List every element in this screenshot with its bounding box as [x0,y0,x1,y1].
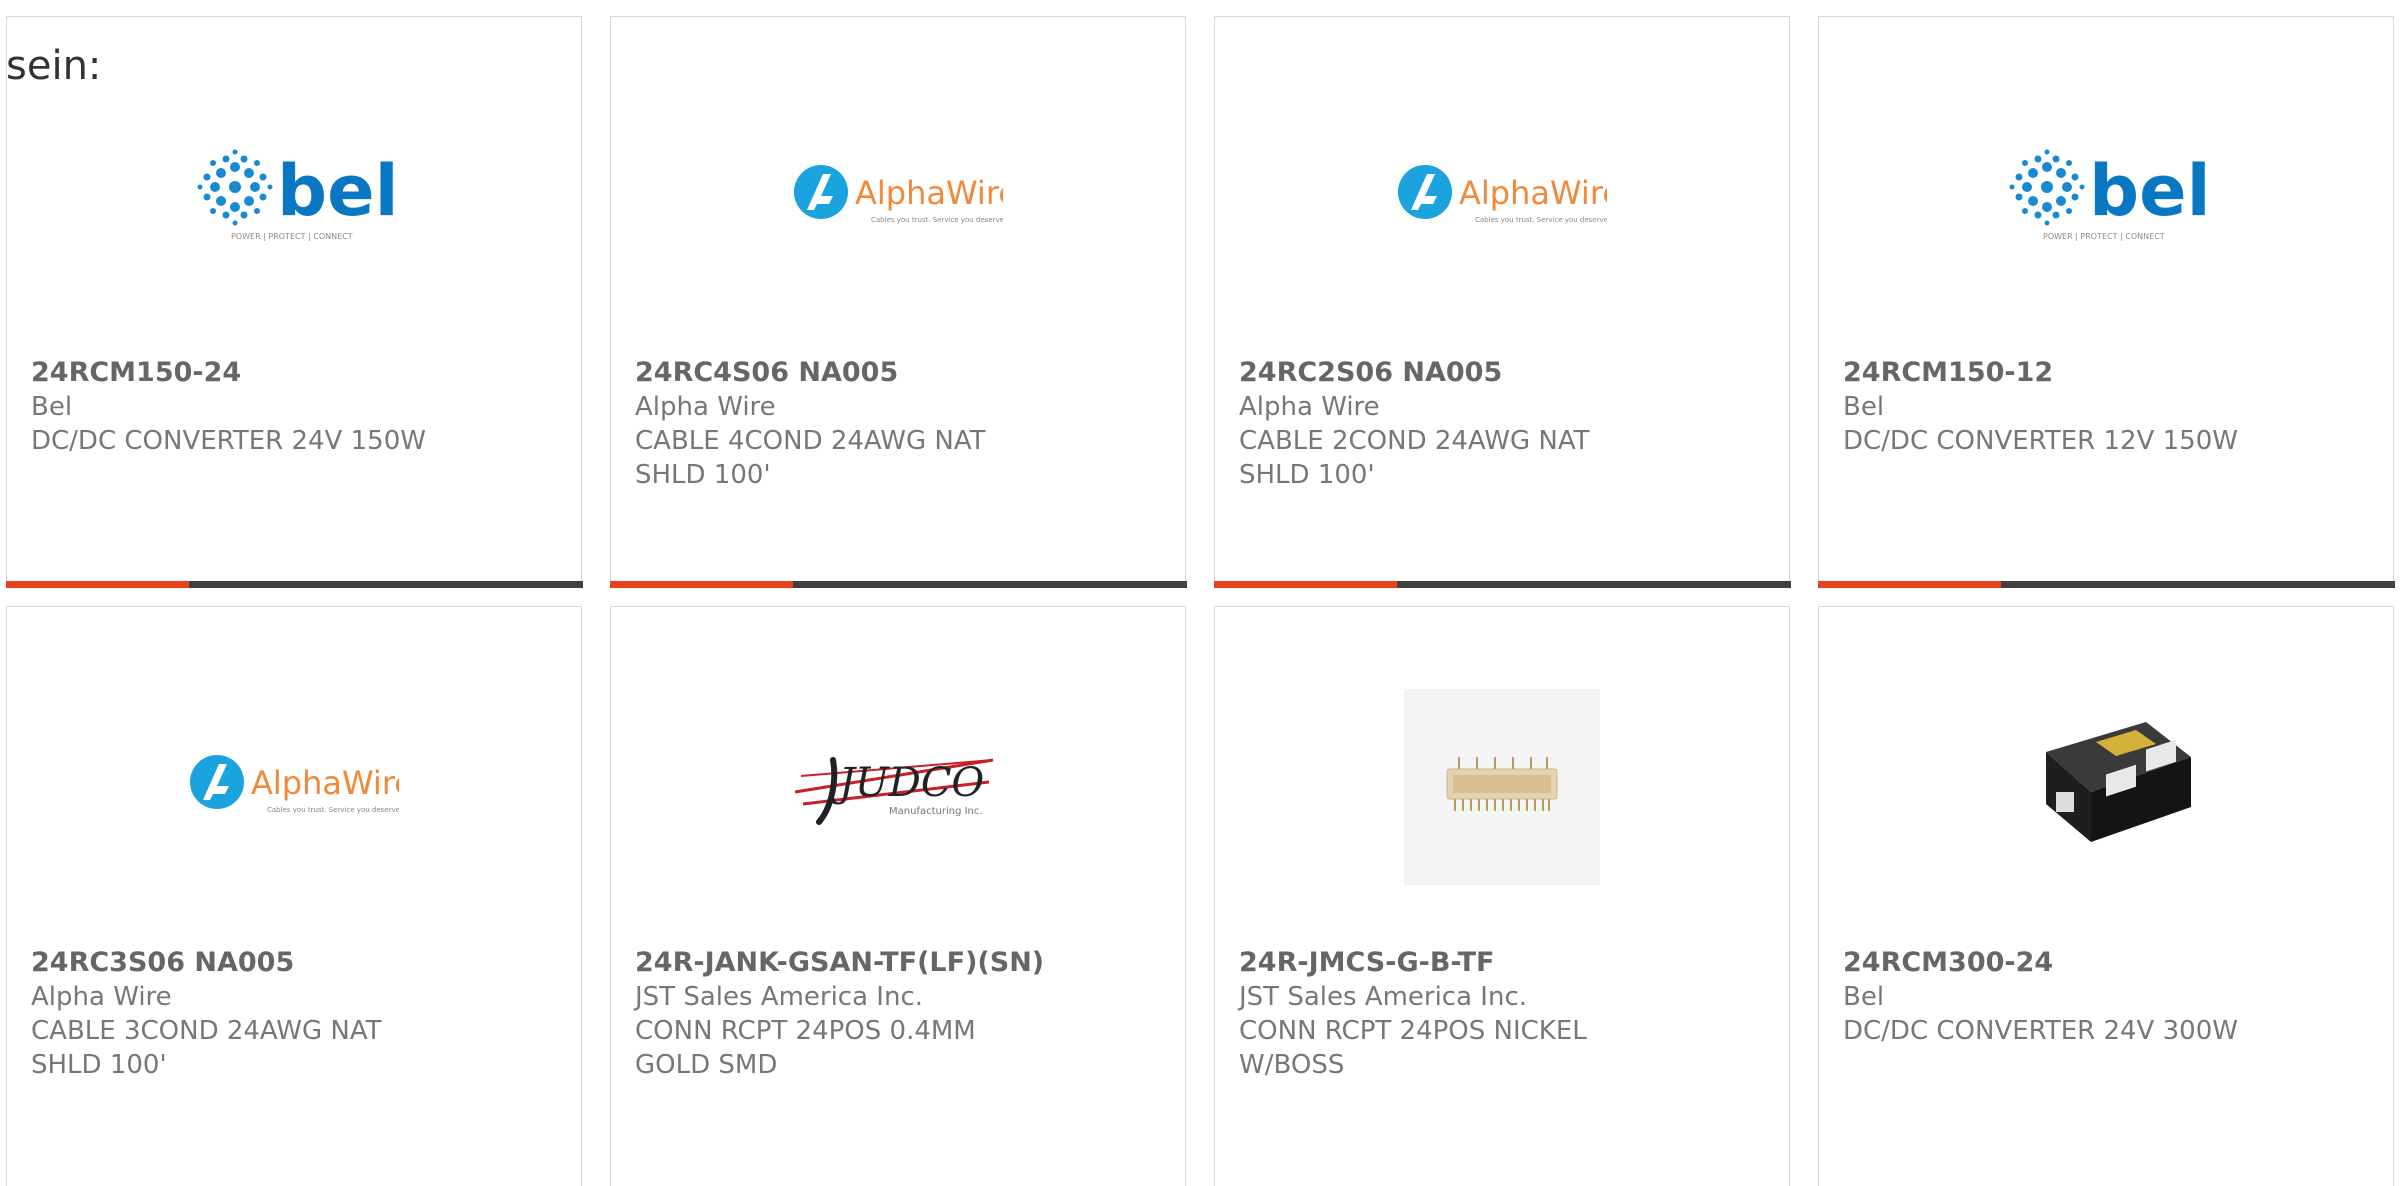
description: DC/DC CONVERTER 24V 150W [31,426,426,456]
svg-text:AlphaWire: AlphaWire [855,174,1003,212]
part-number[interactable]: 24R-JMCS-G-B-TF [1239,946,1729,980]
card-bottom-bar-accent [609,580,793,588]
bel-logo: bel POWER | PROTECT | CONNECT [1819,97,2393,297]
card-bottom-bar [1213,580,1791,588]
product-card[interactable]: AlphaWire Cables you trust. Service you … [609,16,1187,588]
card-bottom-bar [1817,580,2395,588]
description: CONN RCPT 24POS NICKEL W/BOSS [1239,1016,1587,1080]
alphawire-logo: AlphaWire Cables you trust. Service you … [7,687,581,887]
manufacturer: Alpha Wire [31,982,172,1012]
product-card[interactable]: 24RCM300-24 Bel DC/DC CONVERTER 24V 300W [1818,606,2394,1186]
part-number[interactable]: 24RCM300-24 [1843,946,2333,980]
part-number[interactable]: 24RC3S06 NA005 [31,946,521,980]
product-card[interactable]: AlphaWire Cables you trust. Service you … [6,606,582,1186]
svg-text:Manufacturing Inc.: Manufacturing Inc. [889,806,983,817]
product-card[interactable]: bel POWER | PROTECT | CONNECT 24RCM150-2… [5,16,583,588]
connector-photo [1215,687,1789,887]
svg-text:Cables you trust. Service you: Cables you trust. Service you deserve. [871,216,1003,224]
svg-text:AlphaWire: AlphaWire [1459,174,1607,212]
manufacturer: JST Sales America Inc. [1239,982,1528,1012]
card-bottom-bar-accent [5,580,189,588]
manufacturer: Bel [1843,392,1885,422]
judco-logo: JUDCO Manufacturing Inc. [611,687,1185,887]
alphawire-logo: AlphaWire Cables you trust. Service you … [1215,97,1789,297]
svg-text:JUDCO: JUDCO [832,760,984,806]
description: CABLE 3COND 24AWG NAT SHLD 100' [31,1016,382,1080]
product-card[interactable]: JUDCO Manufacturing Inc. 24R-JANK-GSAN-T… [610,606,1186,1186]
description: DC/DC CONVERTER 24V 300W [1843,1016,2238,1046]
product-card[interactable]: 24R-JMCS-G-B-TF JST Sales America Inc. C… [1214,606,1790,1186]
part-number[interactable]: 24R-JANK-GSAN-TF(LF)(SN) [635,946,1125,980]
manufacturer: Alpha Wire [1239,392,1380,422]
manufacturer: Bel [1843,982,1885,1012]
manufacturer: Bel [31,392,73,422]
alphawire-logo: AlphaWire Cables you trust. Service you … [611,97,1185,297]
card-bottom-bar-accent [1213,580,1397,588]
product-card[interactable]: AlphaWire Cables you trust. Service you … [1213,16,1791,588]
manufacturer: JST Sales America Inc. [635,982,924,1012]
svg-text:AlphaWire: AlphaWire [251,764,399,802]
product-card[interactable]: bel POWER | PROTECT | CONNECT 24RCM150-1… [1817,16,2395,588]
svg-text:Cables you trust. Service you: Cables you trust. Service you deserve. [267,806,399,814]
part-number[interactable]: 24RC2S06 NA005 [1239,356,1729,390]
card-bottom-bar [609,580,1187,588]
svg-text:bel: bel [2089,150,2211,232]
converter-photo [1819,687,2393,887]
part-number[interactable]: 24RCM150-24 [31,356,521,390]
description: CABLE 4COND 24AWG NAT SHLD 100' [635,426,986,490]
part-number[interactable]: 24RCM150-12 [1843,356,2333,390]
bel-logo: bel POWER | PROTECT | CONNECT [7,97,581,297]
svg-text:Cables you trust. Service you: Cables you trust. Service you deserve. [1475,216,1607,224]
description: DC/DC CONVERTER 12V 150W [1843,426,2238,456]
card-bottom-bar [5,580,583,588]
svg-text:POWER | PROTECT | CONNECT: POWER | PROTECT | CONNECT [231,232,353,241]
part-number[interactable]: 24RC4S06 NA005 [635,356,1125,390]
card-bottom-bar-accent [1817,580,2001,588]
manufacturer: Alpha Wire [635,392,776,422]
svg-text:bel: bel [277,150,399,232]
svg-text:POWER | PROTECT | CONNECT: POWER | PROTECT | CONNECT [2043,232,2165,241]
description: CABLE 2COND 24AWG NAT SHLD 100' [1239,426,1590,490]
lead-text: sein: [6,43,102,89]
description: CONN RCPT 24POS 0.4MM GOLD SMD [635,1016,976,1080]
